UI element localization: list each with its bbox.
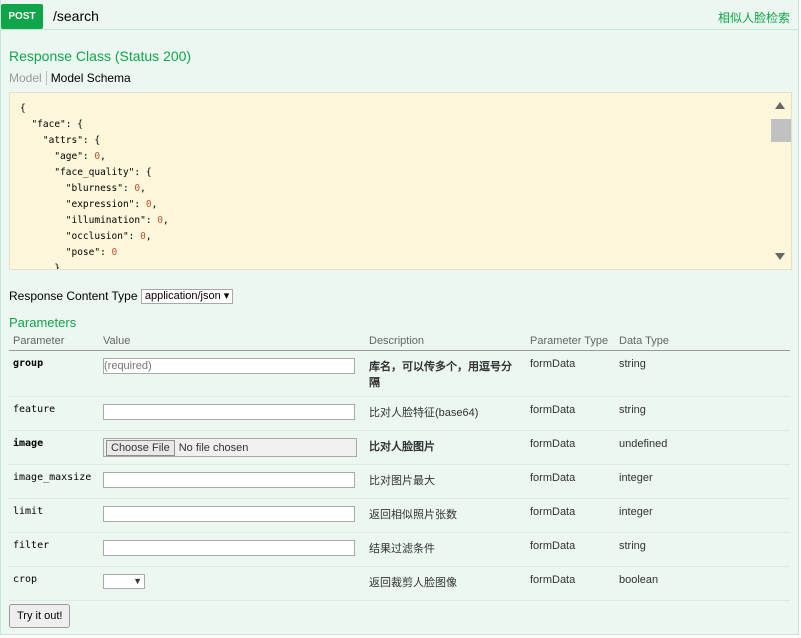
schema-line: "expression": 0, xyxy=(20,199,158,210)
response-content-type: Response Content Type application/json ▾ xyxy=(9,289,234,305)
parameter-description: 结果过滤条件 xyxy=(365,532,526,567)
schema-number: 0 xyxy=(134,183,141,194)
schema-line: "face": { xyxy=(20,119,83,130)
parameter-data-type: boolean xyxy=(615,566,790,601)
try-it-out-button[interactable]: Try it out! xyxy=(9,604,71,628)
scroll-up-arrow-icon[interactable] xyxy=(775,102,785,109)
file-status-text: No file chosen xyxy=(178,441,249,454)
operation-header[interactable]: POST /search 相似人脸检索 xyxy=(1,4,798,30)
model-schema-code: { "face": { "attrs": { "age": 0, "face_q… xyxy=(20,101,169,270)
response-class-title: Response Class (Status 200) xyxy=(9,48,192,64)
parameter-description: 比对人脸图片 xyxy=(365,430,526,465)
schema-number: 0 xyxy=(157,215,164,226)
operation-panel: POST /search 相似人脸检索 Response Class (Stat… xyxy=(0,0,799,635)
schema-scrollbar[interactable] xyxy=(769,93,791,269)
model-tabs: Model Model Schema xyxy=(9,71,131,85)
parameter-type: formData xyxy=(526,430,615,465)
parameter-row-image: image Choose File No file chosen 比对人脸图片 form… xyxy=(9,430,790,465)
parameter-data-type: string xyxy=(615,396,790,431)
parameter-name: image_maxsize xyxy=(9,464,99,499)
response-content-type-value: application/json xyxy=(144,290,221,303)
parameter-row-feature: feature 比对人脸特征(base64) formData string xyxy=(9,396,790,431)
schema-number: 0 xyxy=(111,247,118,258)
parameter-type: formData xyxy=(526,464,615,499)
parameter-description: 比对图片最大 xyxy=(365,464,526,499)
schema-line: "blurness": 0, xyxy=(20,183,146,194)
model-schema-box[interactable]: { "face": { "attrs": { "age": 0, "face_q… xyxy=(9,92,792,270)
col-parameter-type: Parameter Type xyxy=(526,332,615,351)
parameter-data-type: string xyxy=(615,350,790,397)
endpoint-summary[interactable]: 相似人脸检索 xyxy=(718,9,790,26)
parameter-name: image xyxy=(9,430,99,465)
parameter-name: filter xyxy=(9,532,99,567)
schema-line: "occlusion": 0, xyxy=(20,231,152,242)
image_maxsize-input[interactable] xyxy=(103,472,355,488)
parameter-description: 比对人脸特征(base64) xyxy=(365,396,526,431)
parameter-row-filter: filter 结果过滤条件 formData string xyxy=(9,532,790,567)
parameter-type: formData xyxy=(526,566,615,601)
schema-line: "illumination": 0, xyxy=(20,215,169,226)
col-description: Description xyxy=(365,332,526,351)
parameter-type: formData xyxy=(526,532,615,567)
parameter-value-cell xyxy=(99,464,365,499)
parameters-table: Parameter Value Description Parameter Ty… xyxy=(9,332,790,601)
parameter-value-cell xyxy=(99,532,365,567)
parameter-type: formData xyxy=(526,350,615,397)
endpoint-path[interactable]: /search xyxy=(53,8,99,24)
schema-line: "pose": 0 xyxy=(20,247,118,258)
scroll-down-arrow-icon[interactable] xyxy=(775,253,785,260)
tab-model-schema[interactable]: Model Schema xyxy=(51,71,131,85)
parameter-value-cell: Choose File No file chosen xyxy=(99,430,365,465)
parameter-value-cell xyxy=(99,396,365,431)
filter-input[interactable] xyxy=(103,540,355,556)
parameter-description: 返回相似照片张数 xyxy=(365,498,526,533)
parameter-type: formData xyxy=(526,498,615,533)
parameter-data-type: integer xyxy=(615,498,790,533)
parameter-name: group xyxy=(9,350,99,397)
schema-number: 0 xyxy=(94,151,101,162)
parameter-name: limit xyxy=(9,498,99,533)
parameter-value-cell xyxy=(99,498,365,533)
parameter-type: formData xyxy=(526,396,615,431)
schema-line: "attrs": { xyxy=(20,135,101,146)
choose-file-button[interactable]: Choose File xyxy=(106,439,175,456)
schema-line: "face_quality": { xyxy=(20,167,152,178)
parameter-data-type: integer xyxy=(615,464,790,499)
parameter-data-type: undefined xyxy=(615,430,790,465)
schema-number: 0 xyxy=(140,231,146,242)
col-data-type: Data Type xyxy=(615,332,790,351)
parameter-value-cell xyxy=(99,350,365,397)
dropdown-arrow-icon: ▾ xyxy=(223,290,230,303)
parameters-title: Parameters xyxy=(9,315,77,330)
http-method-badge[interactable]: POST xyxy=(1,4,43,29)
schema-number: 0 xyxy=(145,199,152,210)
parameter-row-image_maxsize: image_maxsize 比对图片最大 formData integer xyxy=(9,464,790,499)
parameter-description: 返回裁剪人脸图像 xyxy=(365,566,526,601)
parameter-row-group: group 库名，可以传多个，用逗号分隔formDatastring xyxy=(9,350,790,397)
image-file-input[interactable]: Choose File No file chosen xyxy=(103,438,357,457)
col-parameter: Parameter xyxy=(9,332,99,351)
parameter-data-type: string xyxy=(615,532,790,567)
parameter-name: feature xyxy=(9,396,99,431)
parameter-description: 库名，可以传多个，用逗号分隔 xyxy=(365,350,526,397)
tab-model[interactable]: Model xyxy=(9,71,42,85)
parameters-header-row: Parameter Value Description Parameter Ty… xyxy=(9,332,790,351)
schema-line: { xyxy=(20,103,26,114)
parameter-row-limit: limit 返回相似照片张数 formData integer xyxy=(9,498,790,533)
limit-input[interactable] xyxy=(103,506,355,522)
group-input[interactable] xyxy=(103,358,355,374)
response-content-type-select[interactable]: application/json ▾ xyxy=(140,289,234,305)
parameter-row-crop: crop ▼ 返回裁剪人脸图像 formData boolean xyxy=(9,566,790,601)
response-content-type-label: Response Content Type xyxy=(9,289,138,303)
feature-input[interactable] xyxy=(103,404,355,420)
crop-select[interactable]: ▼ xyxy=(103,574,145,589)
scroll-thumb[interactable] xyxy=(771,119,791,142)
parameter-value-cell: ▼ xyxy=(99,566,365,601)
schema-line: }, xyxy=(20,263,66,270)
parameter-name: crop xyxy=(9,566,99,601)
schema-line: "age": 0, xyxy=(20,151,106,162)
col-value: Value xyxy=(99,332,365,351)
